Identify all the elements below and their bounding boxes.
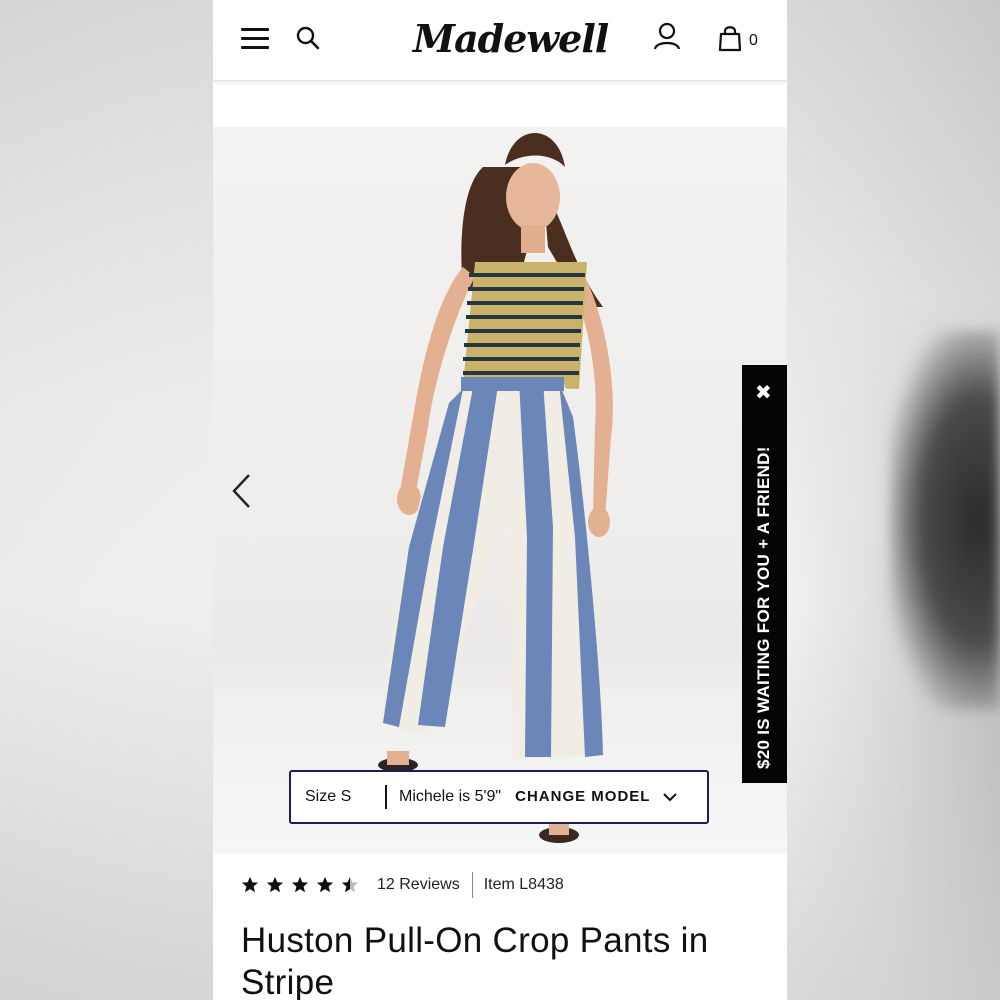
model-selector[interactable]: Size S Michele is 5'9" CHANGE MODEL bbox=[289, 770, 709, 824]
background-blur-dark bbox=[890, 330, 1000, 710]
star-icon bbox=[241, 876, 259, 893]
promo-text[interactable]: $20 IS WAITING FOR YOU + A FRIEND! bbox=[754, 446, 774, 769]
close-icon[interactable]: ✖ bbox=[755, 383, 772, 403]
referral-promo-tab[interactable]: ✖ $20 IS WAITING FOR YOU + A FRIEND! bbox=[742, 365, 787, 783]
star-icon bbox=[291, 876, 309, 893]
carousel-prev-icon[interactable] bbox=[229, 472, 255, 510]
bag-count: 0 bbox=[749, 32, 758, 49]
mobile-page: Madewell 0 Size S Michele is 5'9" CHANGE… bbox=[213, 0, 787, 1000]
product-title: Huston Pull-On Crop Pants in Stripe bbox=[241, 921, 709, 1000]
change-model-button[interactable]: CHANGE MODEL bbox=[501, 785, 650, 809]
product-photo-model bbox=[378, 132, 613, 843]
star-icon bbox=[266, 876, 284, 893]
rating-row: 12 Reviews Item L8438 bbox=[241, 870, 564, 900]
product-image-carousel[interactable]: Size S Michele is 5'9" CHANGE MODEL bbox=[213, 127, 787, 854]
hamburger-menu-icon[interactable] bbox=[241, 26, 271, 50]
madewell-logo[interactable]: Madewell bbox=[413, 14, 609, 64]
item-number: Item L8438 bbox=[483, 876, 564, 893]
half-star-icon bbox=[341, 876, 359, 893]
search-icon[interactable] bbox=[295, 25, 321, 51]
star-icon bbox=[316, 876, 334, 893]
site-header: Madewell 0 bbox=[213, 0, 787, 81]
shopping-bag-icon[interactable] bbox=[718, 24, 742, 52]
reviews-link[interactable]: 12 Reviews bbox=[377, 872, 473, 898]
model-size-label: Size S bbox=[291, 785, 387, 809]
chevron-down-icon[interactable] bbox=[662, 789, 678, 805]
account-icon[interactable] bbox=[653, 22, 681, 52]
star-rating[interactable] bbox=[241, 876, 359, 894]
model-height-label: Michele is 5'9" bbox=[399, 788, 502, 805]
background-blur-left bbox=[0, 0, 213, 1000]
